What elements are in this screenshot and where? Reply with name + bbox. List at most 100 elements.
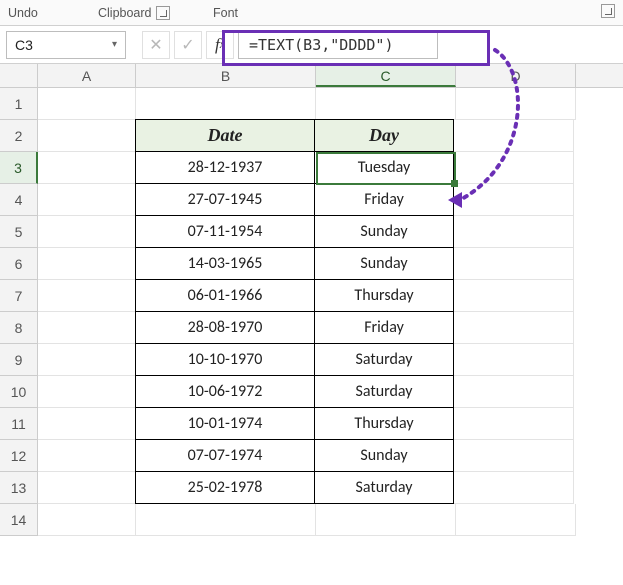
table-cell-date[interactable]: 10-06-1972 [135, 375, 315, 408]
table-cell-day[interactable]: Friday [314, 183, 454, 216]
row-header[interactable]: 10 [0, 376, 38, 408]
table-cell-day[interactable]: Sunday [314, 247, 454, 280]
cell[interactable] [456, 504, 576, 536]
cell[interactable] [136, 504, 316, 536]
table-cell-date[interactable]: 14-03-1965 [135, 247, 315, 280]
column-header-b[interactable]: B [136, 64, 316, 87]
table-cell-date[interactable]: 10-10-1970 [135, 343, 315, 376]
cell[interactable] [38, 344, 136, 376]
table-cell-date[interactable]: 10-01-1974 [135, 407, 315, 440]
clipboard-label: Clipboard [98, 6, 152, 20]
cell[interactable] [454, 184, 574, 216]
row-header[interactable]: 13 [0, 472, 38, 504]
grid-row: 5 07-11-1954 Sunday [0, 216, 623, 248]
annotation-arrow-head-icon [448, 192, 462, 208]
cell[interactable] [38, 152, 136, 184]
formula-text: =TEXT(B3,"DDDD") [249, 36, 394, 54]
column-header-c[interactable]: C [316, 64, 456, 87]
name-box[interactable]: C3 ▾ [6, 31, 126, 59]
table-cell-day[interactable]: Saturday [314, 343, 454, 376]
row-header[interactable]: 4 [0, 184, 38, 216]
chevron-down-icon[interactable]: ▾ [112, 39, 117, 50]
cell[interactable] [454, 440, 574, 472]
cell[interactable] [454, 152, 574, 184]
cell[interactable] [38, 408, 136, 440]
table-cell-day[interactable]: Friday [314, 311, 454, 344]
cell[interactable] [456, 88, 576, 120]
enter-formula-button[interactable]: ✓ [174, 31, 202, 59]
cell[interactable] [454, 376, 574, 408]
row-header[interactable]: 5 [0, 216, 38, 248]
worksheet[interactable]: A B C D 1 2 Date Day 3 28-12-1937 Tuesda… [0, 64, 623, 536]
ribbon-group-undo[interactable]: Undo [8, 6, 98, 20]
grid-row: 8 28-08-1970 Friday [0, 312, 623, 344]
cell[interactable] [454, 408, 574, 440]
table-cell-date[interactable]: 27-07-1945 [135, 183, 315, 216]
grid-row: 1 [0, 88, 623, 120]
cell[interactable] [38, 440, 136, 472]
row-header[interactable]: 14 [0, 504, 38, 536]
table-cell-date[interactable]: 28-12-1937 [135, 151, 315, 184]
row-header[interactable]: 1 [0, 88, 38, 120]
name-box-value: C3 [15, 37, 33, 53]
row-header[interactable]: 6 [0, 248, 38, 280]
cell[interactable] [454, 280, 574, 312]
select-all-corner[interactable] [0, 64, 38, 87]
formula-bar: C3 ▾ ✕ ✓ fx =TEXT(B3,"DDDD") [0, 26, 623, 64]
cell[interactable] [454, 344, 574, 376]
cell[interactable] [454, 120, 574, 152]
cell[interactable] [454, 216, 574, 248]
row-header[interactable]: 3 [0, 152, 38, 184]
grid-row: 7 06-01-1966 Thursday [0, 280, 623, 312]
table-header-day[interactable]: Day [314, 119, 454, 152]
row-header[interactable]: 12 [0, 440, 38, 472]
row-header[interactable]: 11 [0, 408, 38, 440]
cell[interactable] [38, 312, 136, 344]
cell[interactable] [38, 504, 136, 536]
cell[interactable] [38, 88, 136, 120]
ribbon-group-font[interactable]: Font [213, 6, 595, 20]
font-dialog-launcher-icon[interactable] [601, 4, 615, 18]
grid-row: 13 25-02-1978 Saturday [0, 472, 623, 504]
column-header-d[interactable]: D [456, 64, 576, 87]
grid-row: 14 [0, 504, 623, 536]
cell[interactable] [38, 376, 136, 408]
cell[interactable] [38, 216, 136, 248]
cell[interactable] [454, 312, 574, 344]
grid-row: 4 27-07-1945 Friday [0, 184, 623, 216]
table-cell-day[interactable]: Saturday [314, 471, 454, 504]
cell[interactable] [38, 184, 136, 216]
table-cell-day[interactable]: Sunday [314, 215, 454, 248]
row-header[interactable]: 9 [0, 344, 38, 376]
cell[interactable] [136, 88, 316, 120]
table-cell-day[interactable]: Sunday [314, 439, 454, 472]
column-header-a[interactable]: A [38, 64, 136, 87]
cell[interactable] [38, 280, 136, 312]
table-cell-date[interactable]: 07-11-1954 [135, 215, 315, 248]
table-cell-date[interactable]: 28-08-1970 [135, 311, 315, 344]
row-header[interactable]: 8 [0, 312, 38, 344]
cell[interactable] [38, 248, 136, 280]
cell[interactable] [316, 504, 456, 536]
table-cell-day[interactable]: Thursday [314, 407, 454, 440]
cancel-formula-button[interactable]: ✕ [142, 31, 170, 59]
ribbon-group-clipboard[interactable]: Clipboard [98, 6, 213, 20]
cell[interactable] [38, 472, 136, 504]
formula-input[interactable]: =TEXT(B3,"DDDD") [238, 31, 438, 59]
table-cell-day[interactable]: Saturday [314, 375, 454, 408]
cell[interactable] [454, 248, 574, 280]
grid-row: 10 10-06-1972 Saturday [0, 376, 623, 408]
row-header[interactable]: 2 [0, 120, 38, 152]
clipboard-dialog-launcher-icon[interactable] [156, 6, 170, 20]
table-cell-day[interactable]: Tuesday [314, 151, 454, 184]
cell[interactable] [454, 472, 574, 504]
table-cell-date[interactable]: 25-02-1978 [135, 471, 315, 504]
row-header[interactable]: 7 [0, 280, 38, 312]
table-cell-date[interactable]: 06-01-1966 [135, 279, 315, 312]
table-header-date[interactable]: Date [135, 119, 315, 152]
cell[interactable] [38, 120, 136, 152]
table-cell-date[interactable]: 07-07-1974 [135, 439, 315, 472]
table-cell-day[interactable]: Thursday [314, 279, 454, 312]
cell[interactable] [316, 88, 456, 120]
insert-function-button[interactable]: fx [206, 31, 234, 59]
